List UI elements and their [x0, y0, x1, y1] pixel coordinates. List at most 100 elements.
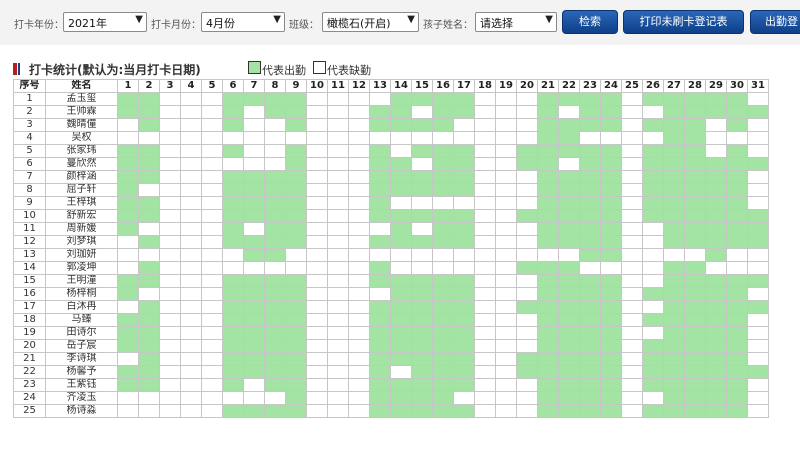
attendance-cell-present	[642, 118, 664, 132]
attendance-cell-absent	[306, 222, 328, 236]
attendance-cell-present	[138, 105, 160, 119]
attendance-cell-absent	[411, 105, 433, 119]
attendance-cell-present	[600, 313, 622, 327]
child-name: 屈子轩	[45, 183, 118, 197]
row-index: 1	[13, 92, 46, 106]
attendance-cell-absent	[495, 105, 517, 119]
attendance-cell-absent	[474, 391, 496, 405]
attendance-cell-absent	[495, 131, 517, 145]
attendance-cell-present	[705, 209, 727, 223]
attendance-cell-present	[726, 274, 748, 288]
attendance-cell-present	[222, 209, 244, 223]
day-column-header: 16	[432, 79, 454, 93]
attendance-cell-absent	[327, 404, 349, 418]
attendance-cell-absent	[600, 131, 622, 145]
attendance-cell-present	[642, 170, 664, 184]
attendance-cell-absent	[306, 170, 328, 184]
attendance-cell-absent	[348, 209, 370, 223]
attendance-cell-present	[285, 313, 307, 327]
attendance-cell-present	[243, 339, 265, 353]
attendance-cell-absent	[621, 235, 643, 249]
attendance-cell-absent	[348, 404, 370, 418]
attendance-cell-absent	[348, 183, 370, 197]
attendance-cell-absent	[390, 144, 412, 158]
attendance-cell-absent	[516, 118, 538, 132]
attendance-cell-present	[663, 274, 685, 288]
attendance-cell-absent	[306, 105, 328, 119]
attendance-register-button[interactable]: 出勤登	[750, 10, 800, 34]
attendance-cell-absent	[159, 326, 181, 340]
attendance-cell-absent	[180, 248, 202, 262]
attendance-cell-absent	[117, 235, 139, 249]
attendance-cell-absent	[642, 391, 664, 405]
attendance-cell-present	[453, 352, 475, 366]
attendance-cell-present	[726, 404, 748, 418]
attendance-cell-present	[117, 105, 139, 119]
attendance-cell-present	[453, 326, 475, 340]
attendance-cell-absent	[201, 378, 223, 392]
attendance-cell-absent	[138, 404, 160, 418]
attendance-cell-absent	[621, 144, 643, 158]
class-select[interactable]: 橄榄石(开启) ▼	[322, 12, 419, 32]
day-column-header: 8	[264, 79, 286, 93]
attendance-cell-present	[432, 378, 454, 392]
child-name: 王帅霖	[45, 105, 118, 119]
attendance-cell-absent	[159, 144, 181, 158]
table-row: 24 齐凌玉	[13, 391, 769, 405]
attendance-cell-absent	[495, 183, 517, 197]
child-name: 颜梓涵	[45, 170, 118, 184]
attendance-cell-absent	[432, 248, 454, 262]
attendance-cell-present	[579, 248, 601, 262]
attendance-cell-present	[390, 287, 412, 301]
month-select[interactable]: 4月份 ▼	[201, 12, 285, 32]
attendance-cell-absent	[264, 261, 286, 275]
attendance-cell-absent	[642, 300, 664, 314]
attendance-cell-absent	[621, 170, 643, 184]
attendance-cell-present	[285, 209, 307, 223]
attendance-cell-absent	[747, 196, 769, 210]
attendance-cell-present	[285, 352, 307, 366]
attendance-cell-present	[747, 222, 769, 236]
child-name-select[interactable]: 请选择 ▼	[475, 12, 557, 32]
attendance-cell-absent	[201, 300, 223, 314]
title-marker-icon	[13, 63, 20, 75]
attendance-cell-absent	[306, 274, 328, 288]
attendance-cell-absent	[369, 131, 391, 145]
attendance-cell-present	[600, 378, 622, 392]
attendance-cell-present	[558, 92, 580, 106]
attendance-cell-present	[264, 404, 286, 418]
search-button[interactable]: 检索	[562, 10, 618, 34]
attendance-cell-present	[222, 326, 244, 340]
row-index: 11	[13, 222, 46, 236]
child-name: 田诗尔	[45, 326, 118, 340]
attendance-cell-present	[663, 313, 685, 327]
attendance-cell-absent	[642, 248, 664, 262]
attendance-cell-present	[684, 274, 706, 288]
attendance-cell-absent	[516, 92, 538, 106]
attendance-cell-present	[453, 274, 475, 288]
attendance-cell-present	[138, 326, 160, 340]
print-unswiped-register-button[interactable]: 打印未刷卡登记表	[623, 10, 744, 34]
attendance-cell-absent	[201, 261, 223, 275]
year-select[interactable]: 2021年 ▼	[63, 12, 147, 32]
attendance-cell-present	[600, 404, 622, 418]
attendance-cell-present	[684, 144, 706, 158]
attendance-cell-present	[285, 92, 307, 106]
attendance-cell-present	[369, 274, 391, 288]
attendance-cell-absent	[474, 209, 496, 223]
attendance-cell-absent	[474, 131, 496, 145]
attendance-cell-absent	[201, 326, 223, 340]
attendance-cell-present	[663, 183, 685, 197]
day-column-header: 25	[621, 79, 643, 93]
row-index: 10	[13, 209, 46, 223]
attendance-cell-present	[558, 300, 580, 314]
attendance-cell-present	[390, 209, 412, 223]
attendance-cell-present	[600, 144, 622, 158]
attendance-cell-present	[537, 404, 559, 418]
attendance-cell-absent	[579, 131, 601, 145]
attendance-cell-absent	[348, 365, 370, 379]
attendance-cell-present	[432, 209, 454, 223]
attendance-cell-present	[264, 170, 286, 184]
attendance-cell-absent	[201, 235, 223, 249]
day-column-header: 29	[705, 79, 727, 93]
